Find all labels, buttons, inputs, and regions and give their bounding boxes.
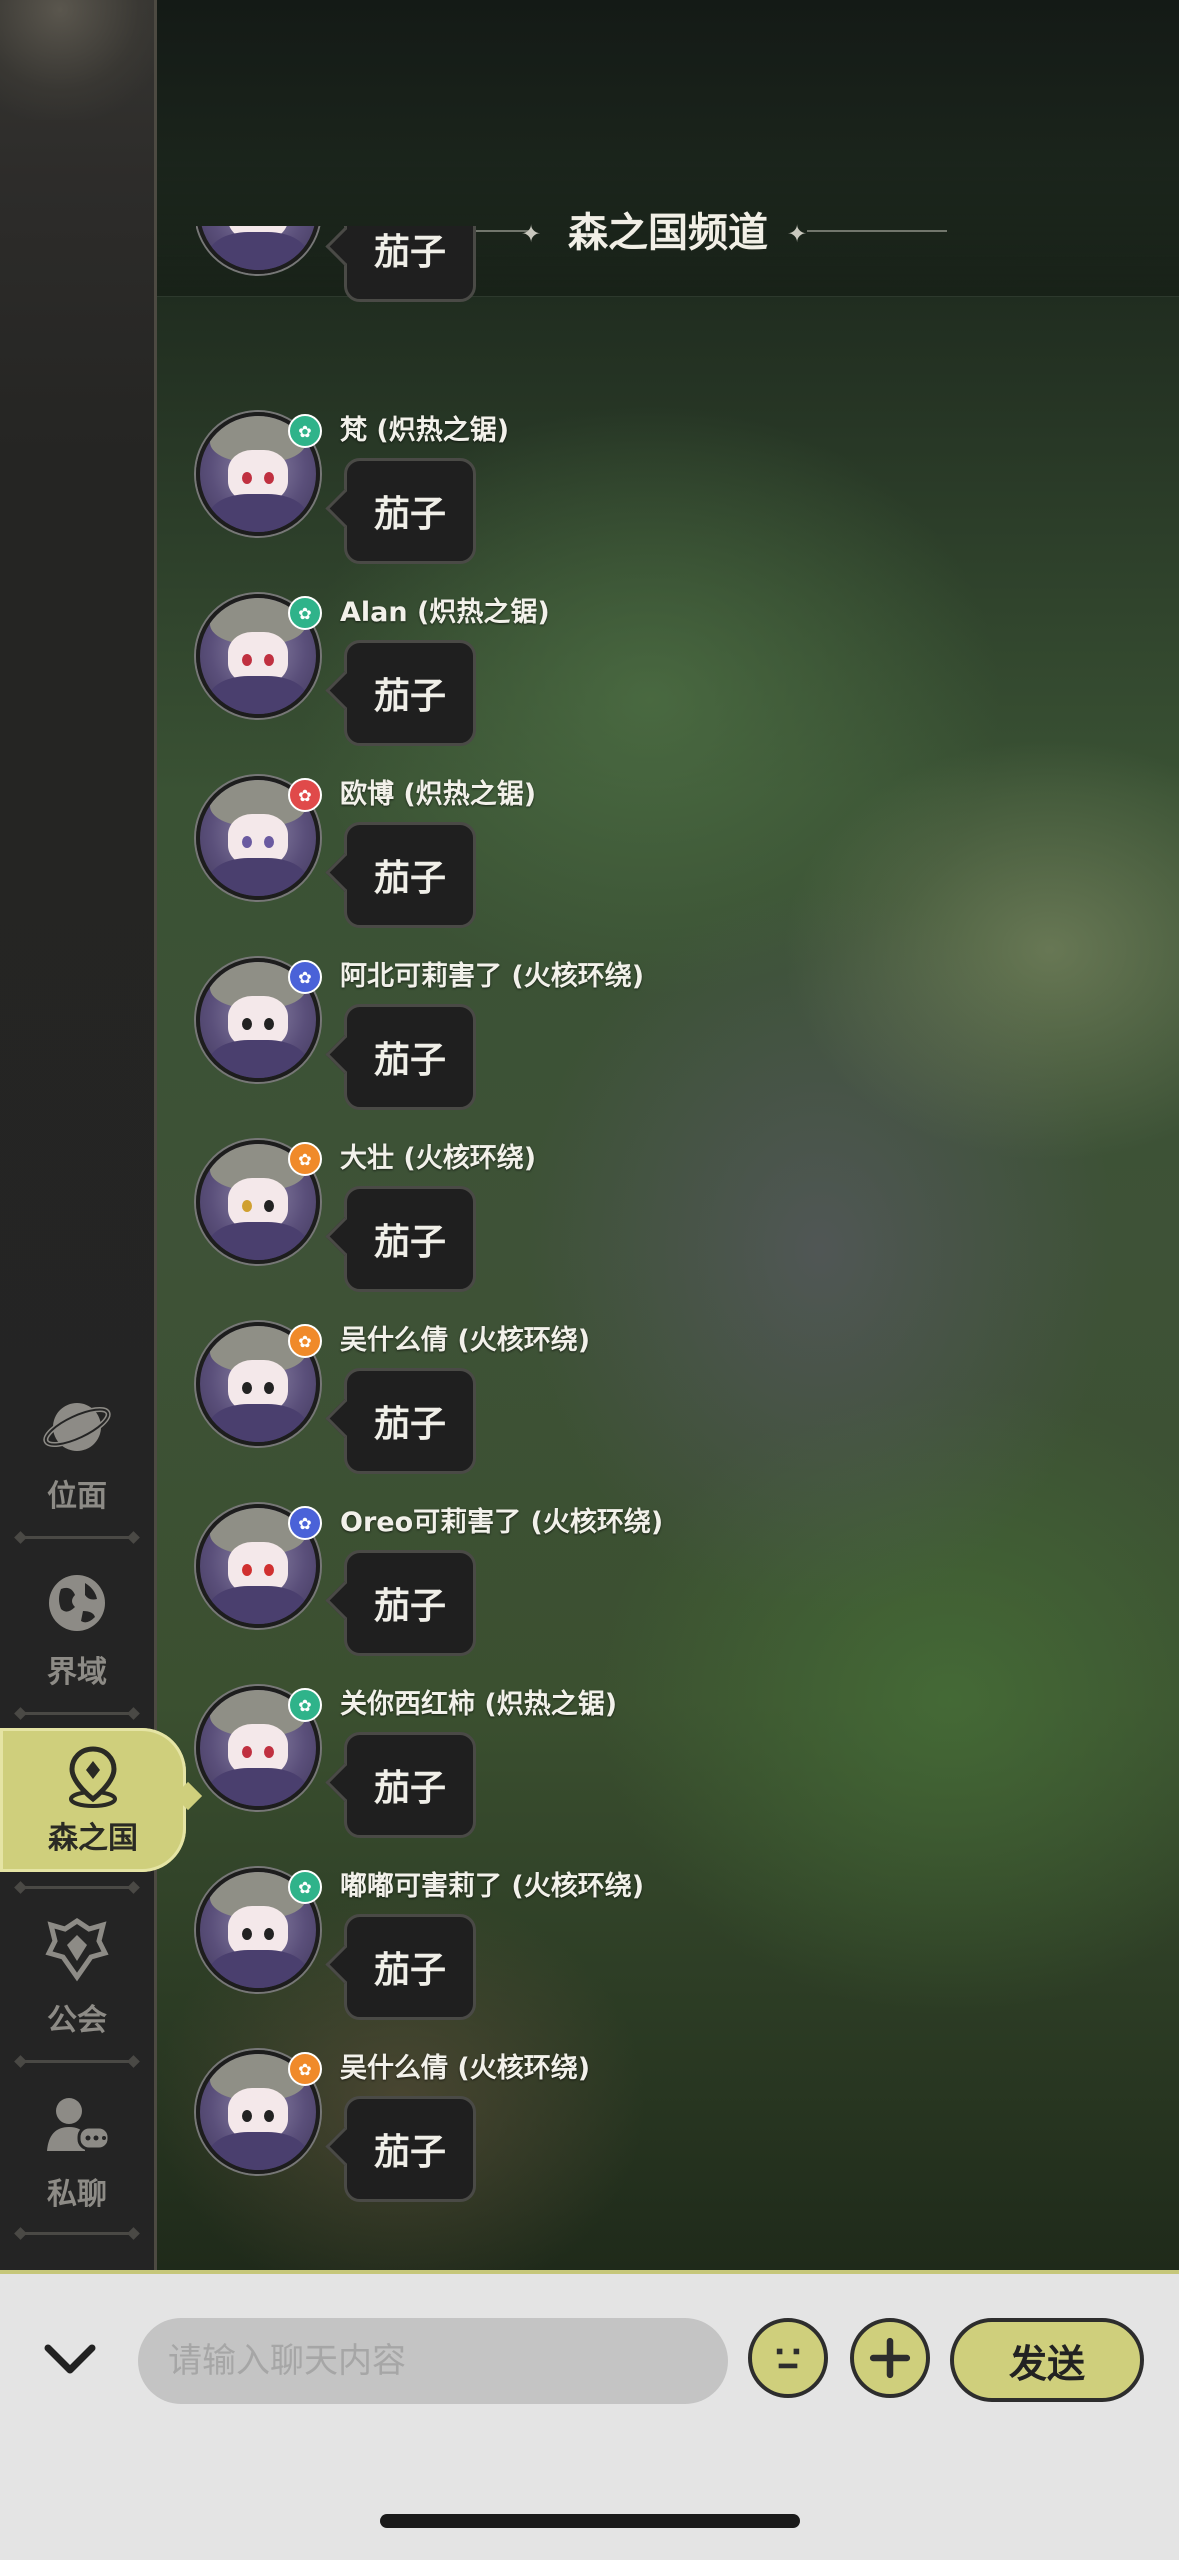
element-badge-icon: ✿ xyxy=(288,596,322,630)
message-bubble[interactable]: 茄子 xyxy=(344,822,476,928)
chat-message: ✿ 嘟嘟可害莉了 (火核环绕) 茄子 xyxy=(196,1868,1096,2050)
chat-message: ✿ 梵 (炽热之锯) 茄子 xyxy=(196,412,1096,594)
chat-message: ✿ 吴什么倩 (火核环绕) 茄子 xyxy=(196,1322,1096,1504)
element-badge-icon: ✿ xyxy=(288,2052,322,2086)
private-chat-icon xyxy=(47,2098,111,2151)
element-badge-icon: ✿ xyxy=(288,1506,322,1540)
sender-name: 嘟嘟可害莉了 (火核环绕) xyxy=(340,1871,645,1902)
element-badge-icon: ✿ xyxy=(288,1324,322,1358)
message-bubble[interactable]: 茄子 xyxy=(344,2096,476,2202)
sidebar-divider xyxy=(22,1886,132,1889)
sender-name: Alan (炽热之锯) xyxy=(340,597,550,628)
chat-message: ✿ 欧博 (炽热之锯) 茄子 xyxy=(196,776,1096,958)
message-bubble[interactable]: 茄子 xyxy=(344,1004,476,1110)
channel-sidebar: 位面 界域 公会 私聊 xyxy=(0,0,157,2270)
planet-icon xyxy=(43,1403,111,1451)
chat-message: ✿ Alan (炽热之锯) 茄子 xyxy=(196,594,1096,776)
sidebar-divider xyxy=(22,1536,132,1539)
sender-name: 阿北可莉害了 (火核环绕) xyxy=(340,961,645,992)
sidebar-item-label: 界域 xyxy=(47,1655,107,1690)
chat-message: ✿ 阿北可莉害了 (火核环绕) 茄子 xyxy=(196,958,1096,1140)
sidebar-item-realm[interactable]: 界域 xyxy=(0,1542,154,1716)
message-bubble[interactable]: 茄子 xyxy=(344,640,476,746)
add-attachment-button[interactable] xyxy=(850,2318,930,2398)
sender-name: 大壮 (火核环绕) xyxy=(340,1143,537,1174)
sidebar-item-forest-kingdom[interactable]: 森之国 xyxy=(0,1728,203,1872)
emoji-button[interactable] xyxy=(748,2318,828,2398)
message-bubble[interactable]: 茄子 xyxy=(344,1368,476,1474)
element-badge-icon: ✿ xyxy=(288,778,322,812)
message-bubble[interactable]: 茄子 xyxy=(344,226,476,302)
sidebar-item-label: 私聊 xyxy=(47,2177,107,2212)
send-button[interactable]: 发送 xyxy=(950,2318,1144,2402)
sidebar-divider xyxy=(22,2060,132,2063)
sender-name: 梵 (炽热之锯) xyxy=(340,415,510,446)
avatar[interactable] xyxy=(196,226,320,274)
emoji-icon xyxy=(776,2348,800,2369)
element-badge-icon: ✿ xyxy=(288,1142,322,1176)
location-pin-icon xyxy=(69,1746,117,1808)
globe-icon xyxy=(49,1575,105,1631)
message-bubble[interactable]: 茄子 xyxy=(344,1550,476,1656)
chat-input[interactable]: 请输入聊天内容 xyxy=(138,2318,728,2404)
sidebar-item-label: 公会 xyxy=(47,2003,107,2038)
message-bubble[interactable]: 茄子 xyxy=(344,1732,476,1838)
sidebar-item-plane[interactable]: 位面 xyxy=(0,1366,154,1540)
message-bubble[interactable]: 茄子 xyxy=(344,458,476,564)
plus-icon xyxy=(869,2337,911,2379)
sidebar-divider xyxy=(22,1712,132,1715)
element-badge-icon: ✿ xyxy=(288,414,322,448)
sender-name: 吴什么倩 (火核环绕) xyxy=(340,2053,591,2084)
sender-name: 欧博 (炽热之锯) xyxy=(340,779,537,810)
chat-message: ✿ Oreo可莉害了 (火核环绕) 茄子 xyxy=(196,1504,1096,1686)
sidebar-item-guild[interactable]: 公会 xyxy=(0,1890,154,2064)
sidebar-item-private[interactable]: 私聊 xyxy=(0,2064,154,2238)
sidebar-item-label: 森之国 xyxy=(48,1821,138,1856)
element-badge-icon: ✿ xyxy=(288,960,322,994)
guild-crest-icon xyxy=(45,1917,109,1982)
chat-message: ✿ 吴什么倩 (火核环绕) 茄子 xyxy=(196,2050,1096,2232)
chat-message: ✿ 关你西红柿 (炽热之锯) 茄子 xyxy=(196,1686,1096,1868)
element-badge-icon: ✿ xyxy=(288,1688,322,1722)
chat-message: ✿ 大壮 (火核环绕) 茄子 xyxy=(196,1140,1096,1322)
sidebar-divider xyxy=(22,2232,132,2235)
chevron-down-icon[interactable] xyxy=(40,2330,100,2390)
sender-name: 关你西红柿 (炽热之锯) xyxy=(340,1689,618,1720)
sidebar-ornament xyxy=(0,0,154,120)
message-bubble[interactable]: 茄子 xyxy=(344,1914,476,2020)
sidebar-item-label: 位面 xyxy=(47,1479,107,1514)
sender-name: 吴什么倩 (火核环绕) xyxy=(340,1325,591,1356)
chat-message: 茄子 xyxy=(196,226,1096,346)
message-bubble[interactable]: 茄子 xyxy=(344,1186,476,1292)
home-indicator[interactable] xyxy=(380,2514,800,2528)
element-badge-icon: ✿ xyxy=(288,1870,322,1904)
sender-name: Oreo可莉害了 (火核环绕) xyxy=(340,1507,664,1538)
